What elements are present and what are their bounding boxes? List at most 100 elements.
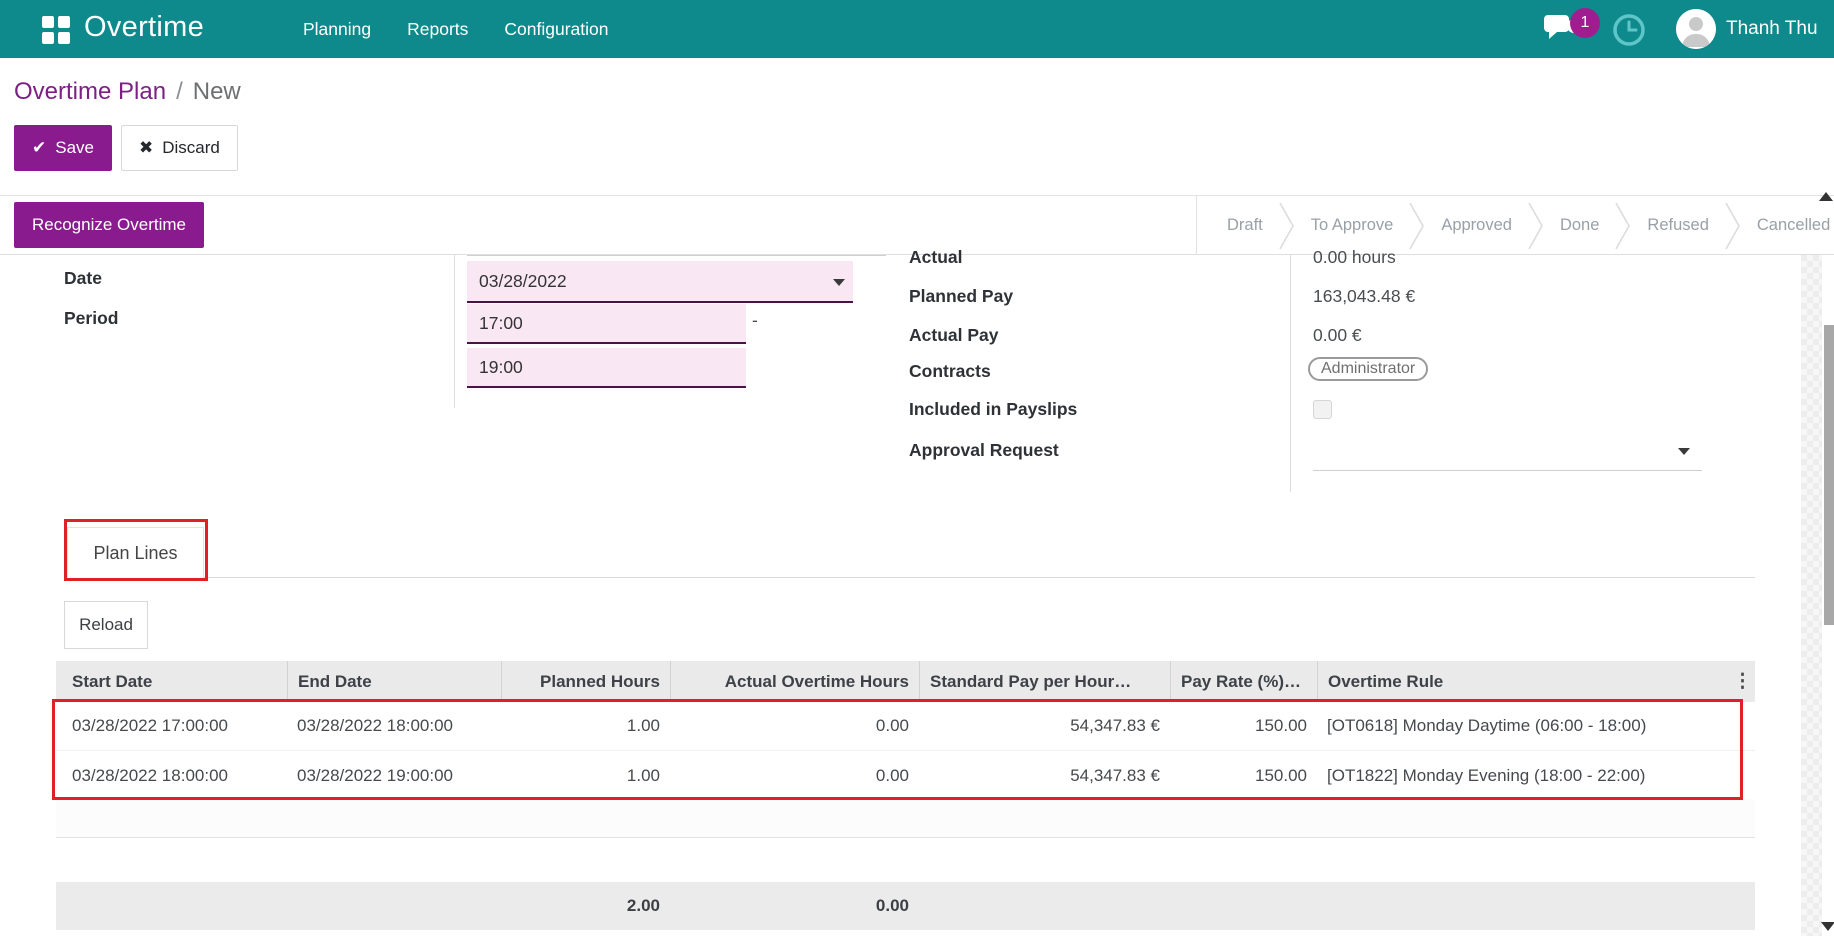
included-in-payslips-label: Included in Payslips	[909, 399, 1077, 420]
cell-end-date: 03/28/2022 19:00:00	[287, 751, 501, 799]
scroll-down-arrow-icon[interactable]	[1821, 922, 1834, 931]
approval-request-underline	[1313, 470, 1702, 471]
actual-pay-value: 0.00 €	[1313, 325, 1362, 346]
form-divider	[1290, 255, 1291, 492]
chevron-separator-icon	[1409, 198, 1425, 254]
tab-plan-lines-label: Plan Lines	[93, 543, 177, 564]
scroll-up-arrow-icon[interactable]	[1819, 192, 1833, 201]
cell-planned-hours: 1.00	[501, 751, 670, 799]
user-name: Thanh Thu	[1726, 18, 1818, 40]
vertical-scrollbar-thumb[interactable]	[1824, 325, 1834, 625]
status-done[interactable]: Done	[1560, 216, 1599, 235]
chevron-separator-icon	[1279, 198, 1295, 254]
column-header-actual-overtime-hours[interactable]: Actual Overtime Hours	[670, 661, 919, 702]
breadcrumb: Overtime Plan / New	[14, 78, 241, 106]
table-header: Start Date End Date Planned Hours Actual…	[56, 661, 1755, 702]
table-empty-row[interactable]	[56, 799, 1755, 838]
cell-actual-overtime-hours: 0.00	[670, 751, 919, 799]
tab-bar-line	[64, 577, 1755, 578]
period-from-input[interactable]	[467, 304, 746, 344]
menu-reports[interactable]: Reports	[407, 19, 468, 40]
apps-menu-button[interactable]	[36, 13, 82, 47]
overtime-app-window: Overtime Planning Reports Configuration …	[0, 0, 1834, 936]
recognize-overtime-button[interactable]: Recognize Overtime	[14, 202, 204, 248]
table-row[interactable]: 03/28/2022 17:00:00 03/28/2022 18:00:00 …	[56, 702, 1755, 750]
top-navbar: Overtime Planning Reports Configuration …	[0, 0, 1834, 58]
period-to-input[interactable]	[467, 348, 746, 388]
save-button[interactable]: ✔ Save	[14, 125, 112, 171]
contracts-label: Contracts	[909, 361, 991, 382]
cell-overtime-rule: [OT1822] Monday Evening (18:00 - 22:00)	[1317, 751, 1755, 799]
cell-standard-pay: 54,347.83 €	[919, 751, 1170, 799]
table-footer-row: 2.00 0.00	[56, 882, 1755, 930]
planned-pay-value: 163,043.48 €	[1313, 286, 1415, 307]
contracts-tag[interactable]: Administrator	[1308, 357, 1428, 381]
cell-end-date: 03/28/2022 18:00:00	[287, 702, 501, 750]
actual-label: Actual	[909, 247, 962, 268]
date-input[interactable]	[467, 261, 853, 303]
form-action-buttons: ✔ Save ✖ Discard	[14, 125, 238, 171]
breadcrumb-current: New	[193, 78, 241, 105]
tab-plan-lines[interactable]: Plan Lines	[67, 527, 204, 578]
cell-actual-overtime-hours: 0.00	[670, 702, 919, 750]
status-approved[interactable]: Approved	[1441, 216, 1512, 235]
messages-button[interactable]: 1	[1544, 13, 1600, 47]
top-menu: Planning Reports Configuration	[303, 0, 609, 58]
period-label: Period	[64, 308, 118, 329]
approval-request-caret-icon[interactable]	[1678, 448, 1690, 455]
status-refused[interactable]: Refused	[1647, 216, 1708, 235]
save-label: Save	[55, 138, 94, 158]
date-label: Date	[64, 268, 102, 289]
activities-button[interactable]	[1611, 12, 1647, 48]
menu-configuration[interactable]: Configuration	[504, 19, 608, 40]
column-header-pay-rate[interactable]: Pay Rate (%)…	[1170, 661, 1317, 702]
cell-standard-pay: 54,347.83 €	[919, 702, 1170, 750]
check-icon: ✔	[32, 138, 46, 158]
status-pipeline: Draft To Approve Approved Done Refused C…	[1196, 196, 1834, 255]
cell-start-date: 03/28/2022 18:00:00	[56, 751, 287, 799]
vertical-scrollbar-track[interactable]	[1801, 255, 1822, 936]
statusbar: Recognize Overtime Draft To Approve Appr…	[0, 195, 1834, 255]
column-header-start-date[interactable]: Start Date	[56, 661, 287, 702]
form-divider	[467, 255, 886, 256]
planned-pay-label: Planned Pay	[909, 286, 1013, 307]
column-header-standard-pay-per-hour[interactable]: Standard Pay per Hour…	[919, 661, 1170, 702]
apps-grid-icon	[42, 16, 82, 44]
menu-planning[interactable]: Planning	[303, 19, 371, 40]
column-options-icon[interactable]: ⋮	[1733, 663, 1752, 701]
clock-icon	[1611, 12, 1647, 48]
x-icon: ✖	[139, 138, 153, 158]
chevron-separator-icon	[1615, 198, 1631, 254]
included-in-payslips-checkbox[interactable]	[1313, 400, 1332, 419]
status-draft[interactable]: Draft	[1227, 216, 1263, 235]
column-header-overtime-rule[interactable]: Overtime Rule	[1317, 661, 1755, 702]
chevron-separator-icon	[1528, 198, 1544, 254]
actual-value: 0.00 hours	[1313, 247, 1396, 268]
cell-pay-rate: 150.00	[1170, 751, 1317, 799]
cell-pay-rate: 150.00	[1170, 702, 1317, 750]
approval-request-label: Approval Request	[909, 440, 1059, 461]
cell-planned-hours: 1.00	[501, 702, 670, 750]
avatar	[1676, 9, 1716, 49]
user-menu[interactable]: Thanh Thu	[1676, 8, 1818, 50]
total-actual-overtime-hours: 0.00	[670, 882, 919, 930]
app-title[interactable]: Overtime	[84, 11, 204, 44]
breadcrumb-parent[interactable]: Overtime Plan	[14, 78, 166, 105]
person-icon	[1676, 9, 1716, 49]
message-count-badge: 1	[1570, 8, 1600, 38]
date-caret-icon[interactable]	[833, 279, 845, 286]
discard-label: Discard	[162, 138, 220, 158]
form-divider	[454, 255, 455, 408]
period-dash: -	[752, 310, 758, 331]
status-cancelled[interactable]: Cancelled	[1757, 216, 1830, 235]
discard-button[interactable]: ✖ Discard	[121, 125, 238, 171]
column-header-end-date[interactable]: End Date	[287, 661, 501, 702]
chevron-separator-icon	[1725, 198, 1741, 254]
total-planned-hours: 2.00	[501, 882, 670, 930]
column-header-planned-hours[interactable]: Planned Hours	[501, 661, 670, 702]
status-to-approve[interactable]: To Approve	[1311, 216, 1394, 235]
table-row[interactable]: 03/28/2022 18:00:00 03/28/2022 19:00:00 …	[56, 750, 1755, 799]
reload-button[interactable]: Reload	[64, 601, 148, 649]
breadcrumb-separator: /	[176, 78, 183, 105]
cell-overtime-rule: [OT0618] Monday Daytime (06:00 - 18:00)	[1317, 702, 1755, 750]
